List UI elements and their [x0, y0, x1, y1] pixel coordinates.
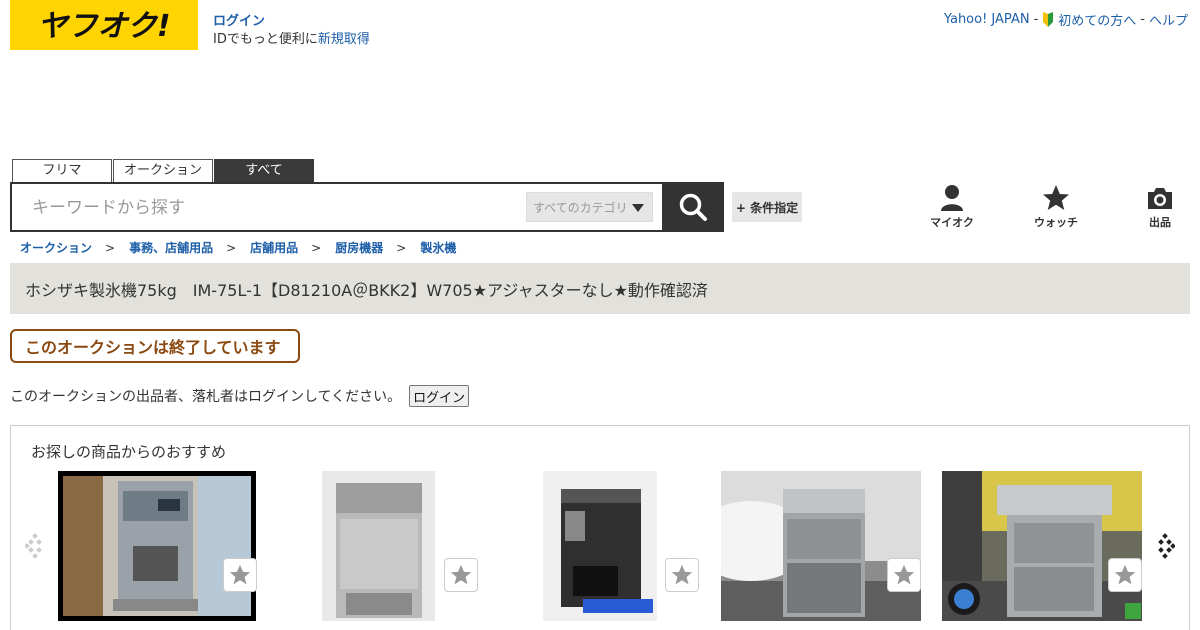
- search-tabs: フリマ オークション すべて: [12, 159, 315, 183]
- item-title-band: ホシザキ製氷機75kg IM-75L-1【D81210A＠BKK2】W705★ア…: [10, 263, 1190, 314]
- watch-button[interactable]: [444, 558, 478, 592]
- item-title: ホシザキ製氷機75kg IM-75L-1【D81210A＠BKK2】W705★ア…: [25, 280, 708, 300]
- chevron-right-icon[interactable]: [1155, 532, 1175, 560]
- nav-watch[interactable]: ウォッチ: [1004, 184, 1108, 230]
- login-notice-text: このオークションの出品者、落札者はログインしてください。: [10, 389, 402, 405]
- recommend-item-image[interactable]: [721, 471, 921, 621]
- recommend-item-image[interactable]: [58, 471, 256, 621]
- breadcrumb-separator: >: [226, 240, 237, 255]
- recommend-panel: お探しの商品からのおすすめ: [10, 425, 1190, 630]
- tab-auction[interactable]: オークション: [113, 159, 213, 183]
- link-separator: -: [1140, 12, 1145, 27]
- search-icon: [679, 193, 707, 221]
- signup-prompt: IDでもっと便利に新規取得: [213, 28, 370, 47]
- breadcrumb-separator: >: [105, 240, 116, 255]
- star-icon: [1043, 185, 1069, 210]
- nav-sell-label: 出品: [1149, 216, 1171, 229]
- recommend-item-image[interactable]: [942, 471, 1142, 621]
- watch-button[interactable]: [887, 558, 921, 592]
- yahoo-japan-link[interactable]: Yahoo! JAPAN: [944, 12, 1030, 27]
- top-links: Yahoo! JAPAN - 初めての方へ - ヘルプ: [944, 10, 1188, 29]
- condition-button[interactable]: + 条件指定: [732, 192, 802, 222]
- beginner-mark-icon: [1042, 12, 1054, 27]
- nav-sell[interactable]: 出品: [1108, 184, 1200, 230]
- signup-prompt-text: IDでもっと便利に: [213, 32, 318, 47]
- recommend-item-image[interactable]: [322, 471, 435, 621]
- star-icon: [229, 564, 251, 585]
- header-nav: マイオク ウォッチ 出品: [900, 184, 1200, 230]
- breadcrumb-item[interactable]: 事務、店舗用品: [129, 239, 213, 256]
- nav-watch-label: ウォッチ: [1034, 216, 1078, 229]
- star-icon: [450, 564, 472, 585]
- help-link[interactable]: ヘルプ: [1149, 10, 1188, 29]
- link-separator: -: [1033, 12, 1039, 27]
- breadcrumb-item[interactable]: 製氷機: [420, 239, 456, 256]
- person-icon: [941, 185, 963, 211]
- login-link[interactable]: ログイン: [213, 10, 265, 29]
- nav-myauc[interactable]: マイオク: [900, 184, 1004, 230]
- beginners-link[interactable]: 初めての方へ: [1058, 10, 1136, 29]
- star-icon: [893, 564, 915, 585]
- category-select[interactable]: すべてのカテゴリ: [526, 192, 653, 222]
- tab-all[interactable]: すべて: [214, 159, 314, 183]
- nav-myauc-label: マイオク: [930, 216, 974, 229]
- search-button[interactable]: [662, 182, 724, 232]
- camera-icon: [1148, 188, 1172, 209]
- auction-ended-badge: このオークションは終了しています: [10, 329, 300, 363]
- star-icon: [671, 564, 693, 585]
- breadcrumb-separator: >: [396, 240, 407, 255]
- login-notice: このオークションの出品者、落札者はログインしてください。 ログイン: [10, 385, 470, 407]
- notice-login-button[interactable]: ログイン: [409, 385, 470, 407]
- recommend-title: お探しの商品からのおすすめ: [31, 443, 227, 461]
- breadcrumb-item[interactable]: 厨房機器: [335, 239, 383, 256]
- breadcrumb-item[interactable]: 店舗用品: [250, 239, 298, 256]
- recommend-item-image[interactable]: [543, 471, 657, 621]
- watch-button[interactable]: [223, 558, 257, 592]
- yahuoku-logo[interactable]: ヤフオク!: [10, 0, 198, 50]
- watch-button[interactable]: [665, 558, 699, 592]
- star-icon: [1114, 564, 1136, 585]
- watch-button[interactable]: [1108, 558, 1142, 592]
- search-input[interactable]: [32, 196, 512, 220]
- svg-text:ヤフオク!: ヤフオク!: [37, 9, 170, 44]
- signup-link[interactable]: 新規取得: [318, 32, 370, 47]
- breadcrumb-item[interactable]: オークション: [20, 239, 92, 256]
- category-select-value: すべてのカテゴリ: [533, 200, 628, 215]
- caret-down-icon: [632, 204, 644, 212]
- logo-wordmark: ヤフオク!: [37, 9, 170, 44]
- breadcrumb-separator: >: [311, 240, 322, 255]
- search-box: すべてのカテゴリ: [10, 182, 664, 232]
- breadcrumb: オークション > 事務、店舗用品 > 店舗用品 > 厨房機器 > 製氷機: [20, 239, 456, 256]
- tab-furima[interactable]: フリマ: [12, 159, 112, 183]
- chevron-left-icon[interactable]: [25, 532, 45, 560]
